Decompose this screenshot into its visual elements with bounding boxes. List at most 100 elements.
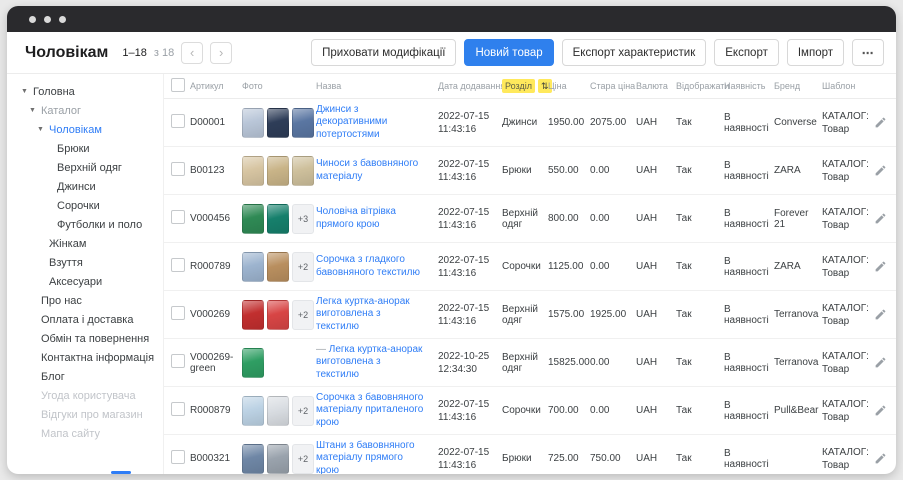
more-photos-badge[interactable]: +2 — [292, 396, 314, 426]
column-header-price[interactable]: Ціна — [548, 81, 590, 91]
column-header-currency[interactable]: Валюта — [636, 81, 676, 91]
photo-cell — [242, 156, 316, 186]
price-cell: 15825.00 — [548, 357, 590, 368]
import-button[interactable]: Імпорт — [787, 39, 844, 66]
template-line: КАТАЛОГ: — [822, 302, 868, 315]
edit-pencil-icon[interactable] — [874, 404, 887, 417]
window-control-icon[interactable] — [29, 16, 36, 23]
product-name-link[interactable]: Легка куртка-анорак виготовлена з тексти… — [316, 344, 422, 379]
caret-down-icon[interactable]: ▼ — [29, 107, 37, 114]
row-checkbox[interactable] — [171, 210, 185, 224]
sidebar-item[interactable]: Про нас — [21, 291, 163, 310]
hide-modifications-button[interactable]: Приховати модифікації — [311, 39, 456, 66]
column-header-category[interactable]: Розділ⇅ — [502, 81, 548, 92]
delete-trash-icon[interactable] — [895, 116, 896, 129]
sidebar-item[interactable]: Взуття — [21, 253, 163, 272]
sidebar-item[interactable]: Брюки — [21, 139, 163, 158]
template-line: КАТАЛОГ: — [822, 350, 868, 363]
visible-cell: Так — [676, 213, 724, 224]
caret-down-icon[interactable]: ▼ — [21, 88, 29, 95]
product-name-link[interactable]: Джинси з декоративними потертостями — [316, 104, 387, 139]
sidebar-item[interactable]: Обмін та повернення — [21, 329, 163, 348]
sidebar-item[interactable]: Аксесуари — [21, 272, 163, 291]
sidebar-item[interactable]: ▼Каталог — [21, 101, 163, 120]
edit-pencil-icon[interactable] — [874, 116, 887, 129]
row-checkbox[interactable] — [171, 306, 185, 320]
edit-pencil-icon[interactable] — [874, 356, 887, 369]
export-button[interactable]: Експорт — [714, 39, 779, 66]
product-photos: +2 — [242, 396, 310, 426]
sidebar-item[interactable]: Контактна інформація — [21, 348, 163, 367]
horizontal-scrollbar-thumb[interactable] — [111, 471, 131, 474]
sidebar-item[interactable]: Блог — [21, 367, 163, 386]
caret-down-icon[interactable]: ▼ — [37, 126, 45, 133]
edit-pencil-icon[interactable] — [874, 308, 887, 321]
sidebar-item[interactable]: Джинси — [21, 177, 163, 196]
availability-cell: В наявності — [724, 160, 774, 182]
sidebar-item[interactable]: Верхній одяг — [21, 158, 163, 177]
sidebar-item[interactable]: Жінкам — [21, 234, 163, 253]
row-checkbox[interactable] — [171, 114, 185, 128]
row-checkbox[interactable] — [171, 162, 185, 176]
more-photos-badge[interactable]: +3 — [292, 204, 314, 234]
prev-page-button[interactable]: ‹ — [181, 42, 203, 64]
row-checkbox[interactable] — [171, 258, 185, 272]
sidebar-item[interactable]: ▼Чоловікам — [21, 120, 163, 139]
product-name-link[interactable]: Сорочка з гладкого бавовняного текстилю — [316, 254, 420, 277]
edit-pencil-icon[interactable] — [874, 164, 887, 177]
column-header-availability[interactable]: Наявність — [724, 81, 774, 91]
delete-trash-icon[interactable] — [895, 356, 896, 369]
edit-pencil-icon[interactable] — [874, 212, 887, 225]
delete-trash-icon[interactable] — [895, 260, 896, 273]
time-value: 11:43:16 — [438, 171, 496, 184]
product-name-link[interactable]: Чиноси з бавовняного матеріалу — [316, 158, 418, 181]
product-name-link[interactable]: Легка куртка-анорак виготовлена з тексти… — [316, 296, 410, 331]
brand-cell: Forever 21 — [774, 208, 822, 230]
delete-trash-icon[interactable] — [895, 452, 896, 465]
delete-trash-icon[interactable] — [895, 404, 896, 417]
select-all-checkbox[interactable] — [171, 78, 185, 92]
availability-cell: В наявності — [724, 400, 774, 422]
row-checkbox[interactable] — [171, 450, 185, 464]
export-characteristics-button[interactable]: Експорт характеристик — [562, 39, 707, 66]
sidebar-item[interactable]: ▼Головна — [21, 82, 163, 101]
product-photos — [242, 108, 310, 138]
date-value: 2022-07-15 — [438, 302, 496, 315]
sku-cell: V000269-green — [190, 352, 242, 374]
delete-trash-icon[interactable] — [895, 212, 896, 225]
template-cell: КАТАЛОГ:Товар — [822, 206, 874, 232]
window-control-icon[interactable] — [59, 16, 66, 23]
edit-pencil-icon[interactable] — [874, 452, 887, 465]
column-header-photo[interactable]: Фото — [242, 81, 316, 91]
more-photos-badge[interactable]: +2 — [292, 444, 314, 474]
sidebar-item[interactable]: Оплата і доставка — [21, 310, 163, 329]
product-name-link[interactable]: Чоловіча вітрівка прямого крою — [316, 206, 396, 229]
delete-trash-icon[interactable] — [895, 164, 896, 177]
column-header-date[interactable]: Дата додавання — [438, 81, 502, 91]
column-header-name[interactable]: Назва — [316, 81, 438, 91]
more-actions-button[interactable]: ⋯ — [852, 39, 884, 66]
column-header-old-price[interactable]: Стара ціна — [590, 81, 636, 91]
sidebar-item-label: Угода користувача — [41, 390, 136, 402]
new-product-button[interactable]: Новий товар — [464, 39, 553, 66]
next-page-button[interactable]: › — [210, 42, 232, 64]
product-name-link[interactable]: Штани з бавовняного матеріалу прямого кр… — [316, 440, 415, 474]
sidebar-item[interactable]: Сорочки — [21, 196, 163, 215]
window-control-icon[interactable] — [44, 16, 51, 23]
column-header-sku[interactable]: Артикул — [190, 81, 242, 91]
page-title: Чоловікам — [25, 44, 108, 62]
row-checkbox[interactable] — [171, 402, 185, 416]
product-name-link[interactable]: Сорочка з бавовняного матеріалу притален… — [316, 392, 423, 427]
delete-trash-icon[interactable] — [895, 308, 896, 321]
row-checkbox[interactable] — [171, 354, 185, 368]
sidebar-item[interactable]: Відгуки про магазин — [21, 405, 163, 424]
more-photos-badge[interactable]: +2 — [292, 252, 314, 282]
column-header-visible[interactable]: Відображати — [676, 81, 724, 91]
sidebar-item[interactable]: Угода користувача — [21, 386, 163, 405]
edit-pencil-icon[interactable] — [874, 260, 887, 273]
column-header-template[interactable]: Шаблон — [822, 81, 874, 91]
sidebar-item[interactable]: Мапа сайту — [21, 424, 163, 443]
more-photos-badge[interactable]: +2 — [292, 300, 314, 330]
sidebar-item[interactable]: Футболки и поло — [21, 215, 163, 234]
column-header-brand[interactable]: Бренд — [774, 81, 822, 91]
